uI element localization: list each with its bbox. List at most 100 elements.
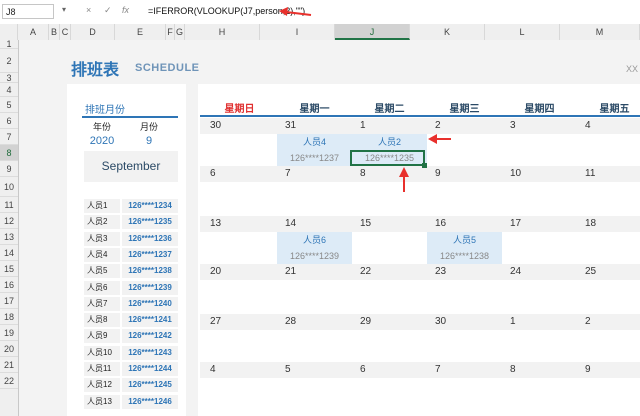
person-phone: 126****1236 <box>122 231 178 246</box>
date-cell[interactable]: 8 <box>360 168 366 179</box>
row-header-16[interactable]: 16 <box>0 277 18 293</box>
date-cell[interactable]: 3 <box>510 120 516 131</box>
row-header-13[interactable]: 13 <box>0 229 18 245</box>
date-cell[interactable]: 17 <box>510 218 521 229</box>
assignment-name[interactable]: 人员6 <box>277 232 352 248</box>
date-cell[interactable]: 6 <box>210 168 216 179</box>
assignment-name[interactable]: 人员5 <box>427 232 502 248</box>
date-cell[interactable]: 13 <box>210 218 221 229</box>
row-header-9[interactable]: 9 <box>0 161 18 177</box>
date-cell[interactable]: 30 <box>210 120 221 131</box>
column-header-f[interactable]: F <box>166 24 175 40</box>
year-value[interactable]: 2020 <box>84 135 120 147</box>
column-header-c[interactable]: C <box>60 24 71 40</box>
row-header-18[interactable]: 18 <box>0 309 18 325</box>
date-cell[interactable]: 22 <box>360 266 371 277</box>
person-name: 人员11 <box>84 362 120 376</box>
row-header-1[interactable]: 1 <box>0 40 18 49</box>
row-header-3[interactable]: 3 <box>0 73 18 83</box>
column-header-h[interactable]: H <box>185 24 260 40</box>
month-value[interactable]: 9 <box>131 135 167 147</box>
date-cell[interactable]: 14 <box>285 218 296 229</box>
date-cell[interactable]: 7 <box>285 168 291 179</box>
row-header-22[interactable]: 22 <box>0 373 18 389</box>
month-label: 月份 <box>139 122 158 132</box>
column-header-g[interactable]: G <box>175 24 185 40</box>
row-header-19[interactable]: 19 <box>0 325 18 341</box>
row-header-12[interactable]: 12 <box>0 213 18 229</box>
annotation-arrow-formula <box>279 7 312 16</box>
row-header-14[interactable]: 14 <box>0 245 18 261</box>
date-cell[interactable]: 16 <box>435 218 446 229</box>
date-cell[interactable]: 20 <box>210 266 221 277</box>
date-cell[interactable]: 29 <box>360 316 371 327</box>
select-all-corner[interactable] <box>0 24 18 40</box>
assignment-phone[interactable]: 126****1238 <box>427 248 502 264</box>
row-header-11[interactable]: 11 <box>0 197 18 213</box>
date-cell[interactable]: 30 <box>435 316 446 327</box>
date-cell[interactable]: 9 <box>435 168 441 179</box>
row-header-6[interactable]: 6 <box>0 113 18 129</box>
column-header-k[interactable]: K <box>410 24 485 40</box>
row-header-17[interactable]: 17 <box>0 293 18 309</box>
date-cell[interactable]: 1 <box>510 316 516 327</box>
date-cell[interactable]: 7 <box>435 364 441 375</box>
date-cell[interactable]: 23 <box>435 266 446 277</box>
fill-handle[interactable] <box>422 163 427 168</box>
date-cell[interactable]: 4 <box>585 120 591 131</box>
date-cell[interactable]: 11 <box>585 168 595 179</box>
person-phone: 126****1244 <box>122 362 178 376</box>
column-header-a[interactable]: A <box>18 24 49 40</box>
assignment-phone[interactable]: 126****1239 <box>277 248 352 264</box>
column-header-l[interactable]: L <box>485 24 560 40</box>
column-header-m[interactable]: M <box>560 24 640 40</box>
row-header-21[interactable]: 21 <box>0 357 18 373</box>
week-date-row <box>200 362 640 378</box>
name-box-dropdown-icon[interactable]: ▾ <box>62 5 66 14</box>
person-name: 人员5 <box>84 264 120 279</box>
date-cell[interactable]: 1 <box>360 120 366 131</box>
enter-icon[interactable]: ✓ <box>104 5 112 16</box>
row-header-8[interactable]: 8 <box>0 145 18 161</box>
date-cell[interactable]: 24 <box>510 266 521 277</box>
row-header-7[interactable]: 7 <box>0 129 18 145</box>
column-header-b[interactable]: B <box>49 24 60 40</box>
date-cell[interactable]: 6 <box>360 364 366 375</box>
row-header-15[interactable]: 15 <box>0 261 18 277</box>
date-cell[interactable]: 21 <box>285 266 296 277</box>
date-cell[interactable]: 8 <box>510 364 516 375</box>
row-header-10[interactable]: 10 <box>0 177 18 197</box>
date-cell[interactable]: 2 <box>585 316 591 327</box>
selected-cell[interactable] <box>350 150 425 166</box>
row-header-5[interactable]: 5 <box>0 97 18 113</box>
date-cell[interactable]: 28 <box>285 316 296 327</box>
date-cell[interactable]: 2 <box>435 120 441 131</box>
week-date-row <box>200 118 640 134</box>
date-cell[interactable]: 31 <box>285 120 296 131</box>
date-cell[interactable]: 15 <box>360 218 371 229</box>
date-cell[interactable]: 5 <box>285 364 291 375</box>
assignment-phone[interactable]: 126****1237 <box>277 150 352 166</box>
row-header-4[interactable]: 4 <box>0 83 18 97</box>
assignment-name[interactable]: 人员2 <box>352 134 427 150</box>
person-name: 人员4 <box>84 247 120 262</box>
person-name: 人员10 <box>84 345 120 360</box>
row-header-20[interactable]: 20 <box>0 341 18 357</box>
column-header-d[interactable]: D <box>71 24 115 40</box>
name-box[interactable]: J8 <box>2 4 54 19</box>
fx-icon[interactable]: fx <box>122 5 129 15</box>
cancel-icon[interactable]: × <box>86 5 91 15</box>
column-header-j[interactable]: J <box>335 24 410 40</box>
row-header-2[interactable]: 2 <box>0 49 18 73</box>
person-phone: 126****1237 <box>122 247 178 262</box>
column-header-i[interactable]: I <box>260 24 335 40</box>
date-cell[interactable]: 18 <box>585 218 596 229</box>
date-cell[interactable]: 9 <box>585 364 591 375</box>
assignment-name[interactable]: 人员4 <box>277 134 352 150</box>
month-panel-divider <box>82 116 178 118</box>
column-header-e[interactable]: E <box>115 24 166 40</box>
date-cell[interactable]: 25 <box>585 266 596 277</box>
date-cell[interactable]: 4 <box>210 364 216 375</box>
date-cell[interactable]: 10 <box>510 168 521 179</box>
date-cell[interactable]: 27 <box>210 316 221 327</box>
